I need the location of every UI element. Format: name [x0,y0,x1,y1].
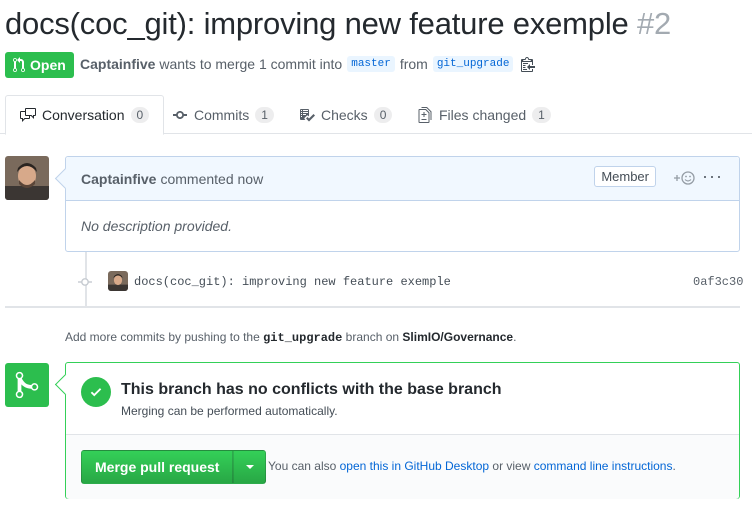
tab-label: Conversation [42,107,125,123]
add-reaction-icon[interactable] [673,170,697,186]
hint-prefix: Add more commits by pushing to the [65,330,260,344]
merge-status: This branch has no conflicts with the ba… [66,363,739,435]
git-merge-icon [5,363,49,407]
also-suffix: . [672,459,676,473]
state-badge-open: Open [5,52,74,78]
merge-status-title: This branch has no conflicts with the ba… [121,381,502,398]
merge-status-subtitle: Merging can be performed automatically. [121,404,338,418]
tab-counter: 0 [130,107,150,123]
merge-method-dropdown[interactable] [233,450,267,484]
merge-button-group: Merge pull request [81,450,267,484]
state-label: Open [30,57,66,73]
commit-message-link[interactable]: docs(coc_git): improving new feature exe… [134,275,451,289]
tab-files-changed[interactable]: Files changed 1 [403,95,565,134]
tab-label: Checks [321,106,368,123]
pr-description-comment: Captainfive commented now Member ··· No … [65,156,740,252]
tab-counter: 1 [532,106,551,123]
from-text: from [399,56,428,72]
meta-text: wants to merge 1 commit into [159,56,343,72]
pr-tabs: Conversation 0 Commits 1 Checks 0 Files … [0,95,752,135]
more-options-icon[interactable]: ··· [702,166,723,187]
pr-meta: Captainfive wants to merge 1 commit into… [80,56,536,72]
tab-conversation[interactable]: Conversation 0 [5,95,165,135]
git-pull-request-icon [13,57,25,73]
tab-commits[interactable]: Commits 1 [158,95,288,134]
push-hint: Add more commits by pushing to the git_u… [65,330,516,345]
checklist-icon [300,108,315,121]
merge-box: This branch has no conflicts with the ba… [65,362,740,499]
open-github-desktop-link[interactable]: open this in GitHub Desktop [340,459,489,473]
git-commit-icon [173,110,187,119]
member-badge: Member [594,166,656,187]
pr-title: docs(coc_git): improving new feature exe… [5,6,671,42]
triangle-down-icon [245,465,254,469]
comment-discussion-icon [20,108,36,122]
merge-actions: Merge pull request You can also open thi… [66,435,739,499]
pr-number: #2 [636,6,672,41]
clipboard-icon[interactable] [521,56,536,72]
command-line-instructions-link[interactable]: command line instructions [534,459,673,473]
comment-timestamp: commented now [160,170,264,187]
tab-label: Commits [194,106,250,123]
avatar[interactable] [5,156,49,200]
tab-counter: 1 [255,106,274,123]
hint-branch: git_upgrade [263,331,343,345]
tab-checks[interactable]: Checks 0 [285,95,406,134]
head-branch[interactable]: git_upgrade [432,56,514,72]
hint-suffix: . [513,330,517,344]
alternative-actions: You can also open this in GitHub Desktop… [268,459,676,473]
tab-label: Files changed [439,106,527,123]
pr-title-text: docs(coc_git): improving new feature exe… [5,6,629,41]
git-commit-icon [78,275,92,291]
tab-counter: 0 [373,106,393,123]
check-icon [81,377,111,407]
hint-middle: branch on [345,330,400,344]
commit-sha-link[interactable]: 0af3c30 [693,275,743,289]
comment-header: Captainfive commented now Member ··· [66,157,739,201]
base-branch[interactable]: master [347,56,395,72]
pr-author-link[interactable]: Captainfive [80,56,155,72]
also-prefix: You can also [268,459,337,473]
commit-author-avatar[interactable] [108,271,128,291]
or-text: or view [492,459,531,473]
hint-repo: SlimIO/Governance [402,330,514,344]
file-diff-icon [418,106,432,123]
comment-author[interactable]: Captainfive [81,171,156,187]
timeline-divider [5,306,740,308]
merge-pull-request-button[interactable]: Merge pull request [81,450,234,484]
comment-body: No description provided. [81,218,232,234]
